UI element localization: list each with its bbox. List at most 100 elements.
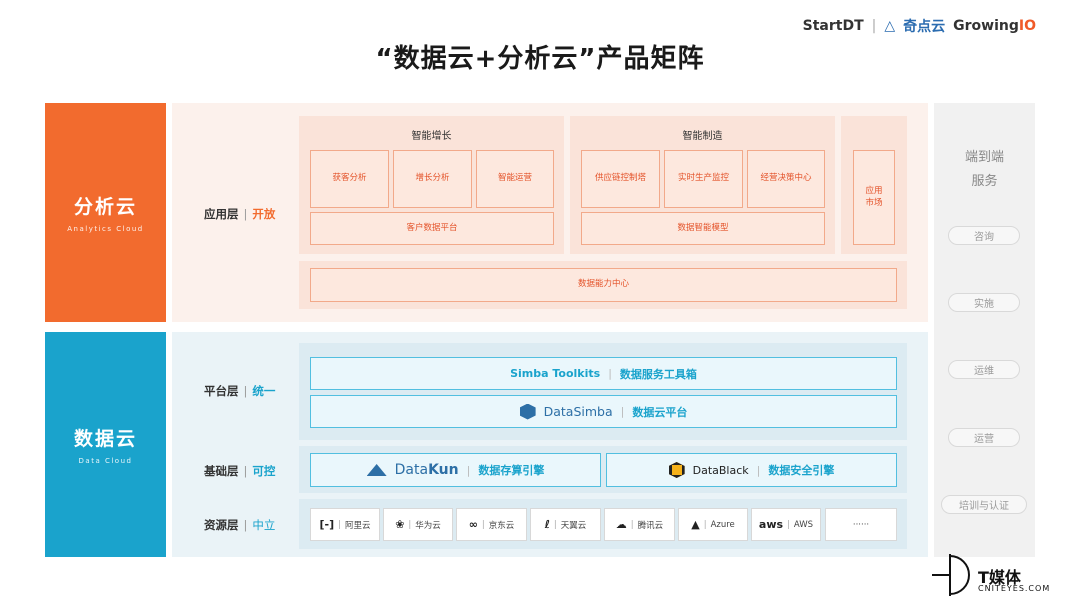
service-implementation[interactable]: 实施 [948, 293, 1020, 312]
resource-layer-name: 资源层 [204, 518, 239, 532]
growingio-logo-text: Growing [953, 18, 1019, 34]
datakun-box[interactable]: DataKun | 数据存算引擎 [310, 453, 601, 487]
tmt-logo-icon [932, 554, 970, 596]
resource-label: 天翼云 [560, 520, 587, 531]
matrix-slide: StartDT | △ 奇点云 GrowingIO “数据云+分析云”产品矩阵 … [0, 0, 1080, 608]
manufacturing-item-supply[interactable]: 供应链控制塔 [581, 150, 660, 208]
datakun-icon [366, 464, 387, 476]
manufacturing-group-title: 智能制造 [682, 131, 723, 142]
resource-label: 京东云 [488, 520, 515, 531]
datasimba-desc: 数据云平台 [632, 405, 688, 419]
platform-layer-label: 平台层 | 统一 [204, 384, 276, 398]
service-maintenance[interactable]: 运维 [948, 360, 1020, 379]
data-cloud-name: 数据云 [73, 428, 137, 450]
resource-layer-label: 资源层 | 中立 [204, 518, 276, 532]
resource-aws[interactable]: aws | AWS [751, 508, 821, 541]
aws-icon: aws [758, 518, 784, 531]
resource-tencent[interactable]: ☁ | 腾讯云 [604, 508, 675, 541]
data-cloud-block: 数据云 Data Cloud [45, 332, 166, 557]
resource-huawei[interactable]: ❀ | 华为云 [383, 508, 453, 541]
resource-more[interactable]: ······ [825, 508, 897, 541]
tmt-watermark: T媒体 CNITEYES.COM [930, 550, 1070, 600]
datakun-logo-a: Data [394, 462, 429, 478]
divider: | [408, 519, 412, 530]
resource-tianyi[interactable]: ℓ | 天翼云 [530, 508, 601, 541]
data-cloud-name-en: Data Cloud [78, 457, 133, 465]
analytics-cloud-name-en: Analytics Cloud [67, 225, 144, 233]
customer-data-platform[interactable]: 客户数据平台 [310, 212, 554, 245]
app-market[interactable]: 应用 市场 [853, 150, 895, 245]
resource-label: AWS [793, 519, 814, 530]
services-title-line2: 服务 [971, 174, 998, 189]
azure-icon: ▲ [691, 518, 700, 531]
divider: | [620, 405, 625, 418]
manufacturing-item-decision[interactable]: 经营决策中心 [747, 150, 825, 208]
service-training[interactable]: 培训与认证 [941, 495, 1027, 514]
divider: | [756, 463, 761, 477]
growth-item-growth[interactable]: 增长分析 [393, 150, 472, 208]
datakun-logo: DataKun [395, 462, 459, 478]
resource-layer-tag: 中立 [252, 518, 276, 532]
simba-toolkits-desc: 数据服务工具箱 [619, 367, 697, 381]
divider: | [481, 519, 485, 530]
base-layer-label: 基础层 | 可控 [204, 464, 276, 478]
platform-layer-tag: 统一 [252, 384, 276, 398]
growth-item-acquisition[interactable]: 获客分析 [310, 150, 389, 208]
resource-aliyun[interactable]: [-] | 阿里云 [310, 508, 380, 541]
tencent-icon: ☁ [615, 518, 627, 531]
datablack-icon [668, 462, 685, 478]
analytics-cloud-block: 分析云 Analytics Cloud [45, 103, 166, 322]
more-label: ······ [852, 519, 870, 530]
divider: | [553, 519, 557, 530]
huawei-icon: ❀ [395, 518, 405, 531]
application-layer-tag: 开放 [252, 207, 276, 221]
divider: | [608, 367, 612, 380]
aliyun-icon: [-] [319, 518, 335, 531]
growingio-logo: GrowingIO [953, 18, 1036, 34]
page-title: “数据云+分析云”产品矩阵 [375, 44, 705, 74]
simba-toolkits-name: Simba Toolkits [510, 367, 601, 380]
base-layer-tag: 可控 [252, 464, 276, 478]
datakun-logo-b: Kun [428, 462, 459, 478]
jdcloud-icon: ∞ [468, 518, 478, 531]
service-consulting[interactable]: 咨询 [948, 226, 1020, 245]
growth-item-operations[interactable]: 智能运营 [476, 150, 554, 208]
divider: | [787, 519, 790, 530]
manufacturing-item-monitor[interactable]: 实时生产监控 [664, 150, 743, 208]
resource-jdcloud[interactable]: ∞ | 京东云 [456, 508, 527, 541]
platform-layer-name: 平台层 [204, 384, 239, 398]
startdt-logo: StartDT [802, 18, 864, 34]
datasimba-logo-a: Data [543, 404, 574, 419]
partner-logos: StartDT | △ 奇点云 GrowingIO [803, 16, 1036, 36]
resource-azure[interactable]: ▲ | Azure [678, 508, 748, 541]
divider: | [630, 519, 634, 530]
resource-label: 阿里云 [344, 520, 371, 531]
logo-divider: | [871, 18, 877, 34]
datasimba-box[interactable]: DataSimba | 数据云平台 [310, 395, 897, 428]
datablack-desc: 数据安全引擎 [768, 464, 835, 477]
services-title-line1: 端到端 [964, 150, 1004, 165]
resource-label: 华为云 [415, 520, 441, 531]
datasimba-logo: DataSimba [544, 404, 613, 419]
tianyi-icon: ℓ [544, 518, 550, 531]
resource-label: Azure [710, 519, 735, 530]
application-layer-name: 应用层 [204, 207, 239, 221]
growingio-logo-io: IO [1018, 18, 1036, 34]
service-operation[interactable]: 运营 [948, 428, 1020, 447]
divider: | [338, 519, 341, 530]
datasimba-logo-b: Simba [573, 404, 613, 419]
datablack-box[interactable]: DataBlack | 数据安全引擎 [606, 453, 897, 487]
qdy-icon: △ [884, 18, 896, 34]
datablack-logo: DataBlack [692, 463, 749, 477]
qdy-logo: 奇点云 [903, 19, 946, 35]
watermark-url: CNITEYES.COM [978, 584, 1051, 593]
datakun-desc: 数据存算引擎 [478, 464, 545, 477]
data-intelligence-model[interactable]: 数据智能模型 [581, 212, 825, 245]
simba-toolkits-box[interactable]: Simba Toolkits | 数据服务工具箱 [310, 357, 897, 390]
base-layer-name: 基础层 [204, 464, 239, 478]
data-capability-center[interactable]: 数据能力中心 [310, 268, 897, 302]
services-title: 端到端 服务 [934, 146, 1035, 194]
application-layer-label: 应用层 | 开放 [204, 207, 276, 221]
divider: | [703, 519, 707, 530]
resource-label: 腾讯云 [637, 520, 664, 531]
